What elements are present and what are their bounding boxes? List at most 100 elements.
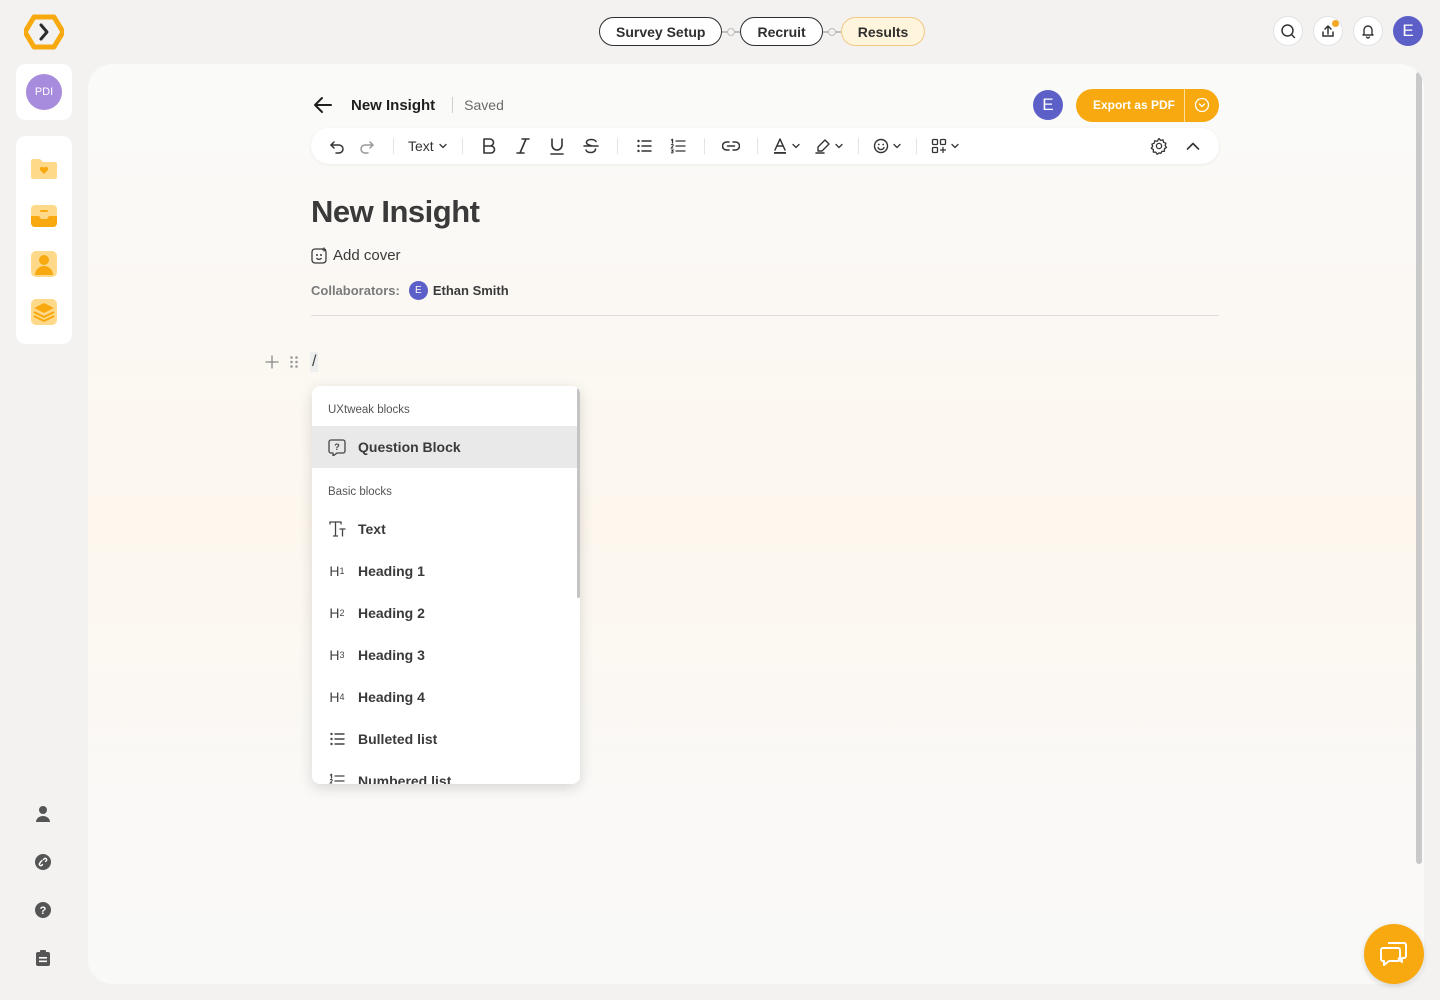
menu-item-question-block[interactable]: ? Question Block — [312, 426, 580, 468]
redo-icon — [360, 141, 374, 154]
bell-icon — [1362, 25, 1374, 39]
bulleted-list-button[interactable] — [632, 134, 656, 158]
sidebar-item-folders[interactable] — [29, 153, 59, 183]
chevron-down-icon — [951, 143, 959, 149]
bold-button[interactable] — [477, 134, 501, 158]
step-survey-setup[interactable]: Survey Setup — [599, 17, 723, 46]
undo-button[interactable] — [325, 134, 349, 158]
editor-avatar[interactable]: E — [1032, 90, 1063, 120]
link-circle-icon — [35, 854, 51, 870]
menu-item-bulleted-list[interactable]: Bulleted list — [312, 718, 580, 760]
text-icon — [328, 520, 346, 538]
page-scrollbar[interactable] — [1416, 72, 1422, 864]
question-block-icon: ? — [328, 438, 346, 456]
account-button[interactable] — [32, 804, 54, 824]
workspace-switcher[interactable]: PDI — [16, 64, 72, 120]
strikethrough-button[interactable] — [579, 134, 603, 158]
italic-button[interactable] — [511, 134, 535, 158]
slash-command-input[interactable]: / — [310, 352, 319, 372]
sidebar-item-participants[interactable] — [29, 249, 59, 279]
help-button[interactable]: ? — [32, 900, 54, 920]
menu-item-heading-2[interactable]: H2 Heading 2 — [312, 592, 580, 634]
bulleted-list-icon — [328, 730, 346, 748]
text-style-dropdown[interactable]: Text — [408, 134, 448, 158]
bulleted-list-icon — [636, 139, 652, 153]
svg-text:?: ? — [334, 442, 340, 452]
chevron-down-circle-icon — [1194, 97, 1210, 113]
link-icon — [721, 141, 740, 151]
notifications-button[interactable] — [1353, 16, 1383, 46]
document-header: New Insight Saved E Export as PDF — [311, 88, 1219, 122]
text-color-button[interactable] — [772, 134, 801, 158]
collaborator-avatar[interactable]: E — [408, 281, 428, 300]
divider — [452, 97, 454, 113]
back-button[interactable] — [311, 93, 335, 117]
add-cover-button[interactable]: Add cover — [311, 247, 401, 264]
bold-icon — [482, 138, 495, 154]
sidebar-footer: ? — [32, 804, 54, 968]
insert-block-button[interactable] — [931, 134, 960, 158]
gear-icon — [1150, 137, 1168, 155]
menu-item-heading-4[interactable]: H4 Heading 4 — [312, 676, 580, 718]
text-style-label: Text — [408, 138, 434, 154]
chevron-down-icon — [439, 143, 447, 149]
menu-item-label: Numbered list — [358, 773, 452, 784]
highlight-button[interactable] — [814, 134, 844, 158]
link-button[interactable] — [719, 134, 743, 158]
step-connector — [822, 27, 841, 36]
integrations-button[interactable] — [32, 852, 54, 872]
underline-button[interactable] — [545, 134, 569, 158]
menu-item-label: Question Block — [358, 439, 461, 455]
menu-item-numbered-list[interactable]: Numbered list — [312, 760, 580, 784]
drag-handle-icon[interactable] — [289, 355, 299, 369]
arrow-left-icon — [314, 97, 332, 113]
export-options-button[interactable] — [1185, 89, 1219, 122]
block-controls — [265, 355, 299, 369]
search-button[interactable] — [1273, 16, 1303, 46]
menu-item-label: Bulleted list — [358, 731, 438, 747]
menu-item-heading-1[interactable]: H1 Heading 1 — [312, 550, 580, 592]
numbered-list-button[interactable] — [666, 134, 690, 158]
menu-section-title: UXtweak blocks — [328, 404, 410, 416]
sidebar-item-library[interactable] — [29, 297, 59, 327]
help-icon: ? — [35, 902, 51, 918]
undo-icon — [330, 141, 344, 154]
menu-scrollbar[interactable] — [577, 388, 580, 598]
heading-1-icon: H1 — [329, 563, 345, 579]
collaborators: Collaborators: E Ethan Smith — [311, 281, 509, 300]
menu-item-label: Heading 2 — [358, 605, 425, 621]
layers-icon — [31, 299, 57, 325]
menu-section-title: Basic blocks — [328, 486, 392, 498]
user-icon — [36, 806, 50, 822]
menu-item-heading-3[interactable]: H3 Heading 3 — [312, 634, 580, 676]
image-add-icon — [311, 247, 327, 264]
menu-item-text[interactable]: Text — [312, 508, 580, 550]
smiley-icon — [873, 138, 888, 154]
emoji-button[interactable] — [873, 134, 902, 158]
export-pdf-button[interactable]: Export as PDF — [1076, 89, 1184, 122]
step-results[interactable]: Results — [840, 17, 926, 46]
chevron-up-icon — [1186, 142, 1200, 150]
document-title[interactable]: New Insight — [311, 194, 480, 230]
slash-command-menu: UXtweak blocks ? Question Block Basic bl… — [312, 386, 580, 784]
user-avatar[interactable]: E — [1393, 16, 1423, 46]
collapse-toolbar-button[interactable] — [1181, 134, 1205, 158]
chat-icon — [1380, 942, 1407, 966]
collaborator-name: Ethan Smith — [432, 283, 509, 298]
redo-button[interactable] — [355, 134, 379, 158]
toolbar-divider — [393, 138, 394, 154]
step-connector — [722, 27, 741, 36]
updates-button[interactable] — [1313, 16, 1343, 46]
settings-button[interactable] — [1147, 134, 1171, 158]
folder-heart-icon — [31, 159, 57, 179]
sidebar-item-projects[interactable] — [29, 201, 59, 231]
app-logo[interactable] — [22, 14, 66, 50]
support-chat-button[interactable] — [1364, 924, 1424, 984]
step-recruit[interactable]: Recruit — [740, 17, 823, 46]
changelog-button[interactable] — [32, 948, 54, 968]
chevron-down-icon — [893, 143, 901, 149]
underline-icon — [549, 138, 564, 155]
plus-icon[interactable] — [265, 355, 279, 369]
toolbar-divider — [915, 138, 917, 154]
toolbar-divider — [461, 138, 463, 154]
